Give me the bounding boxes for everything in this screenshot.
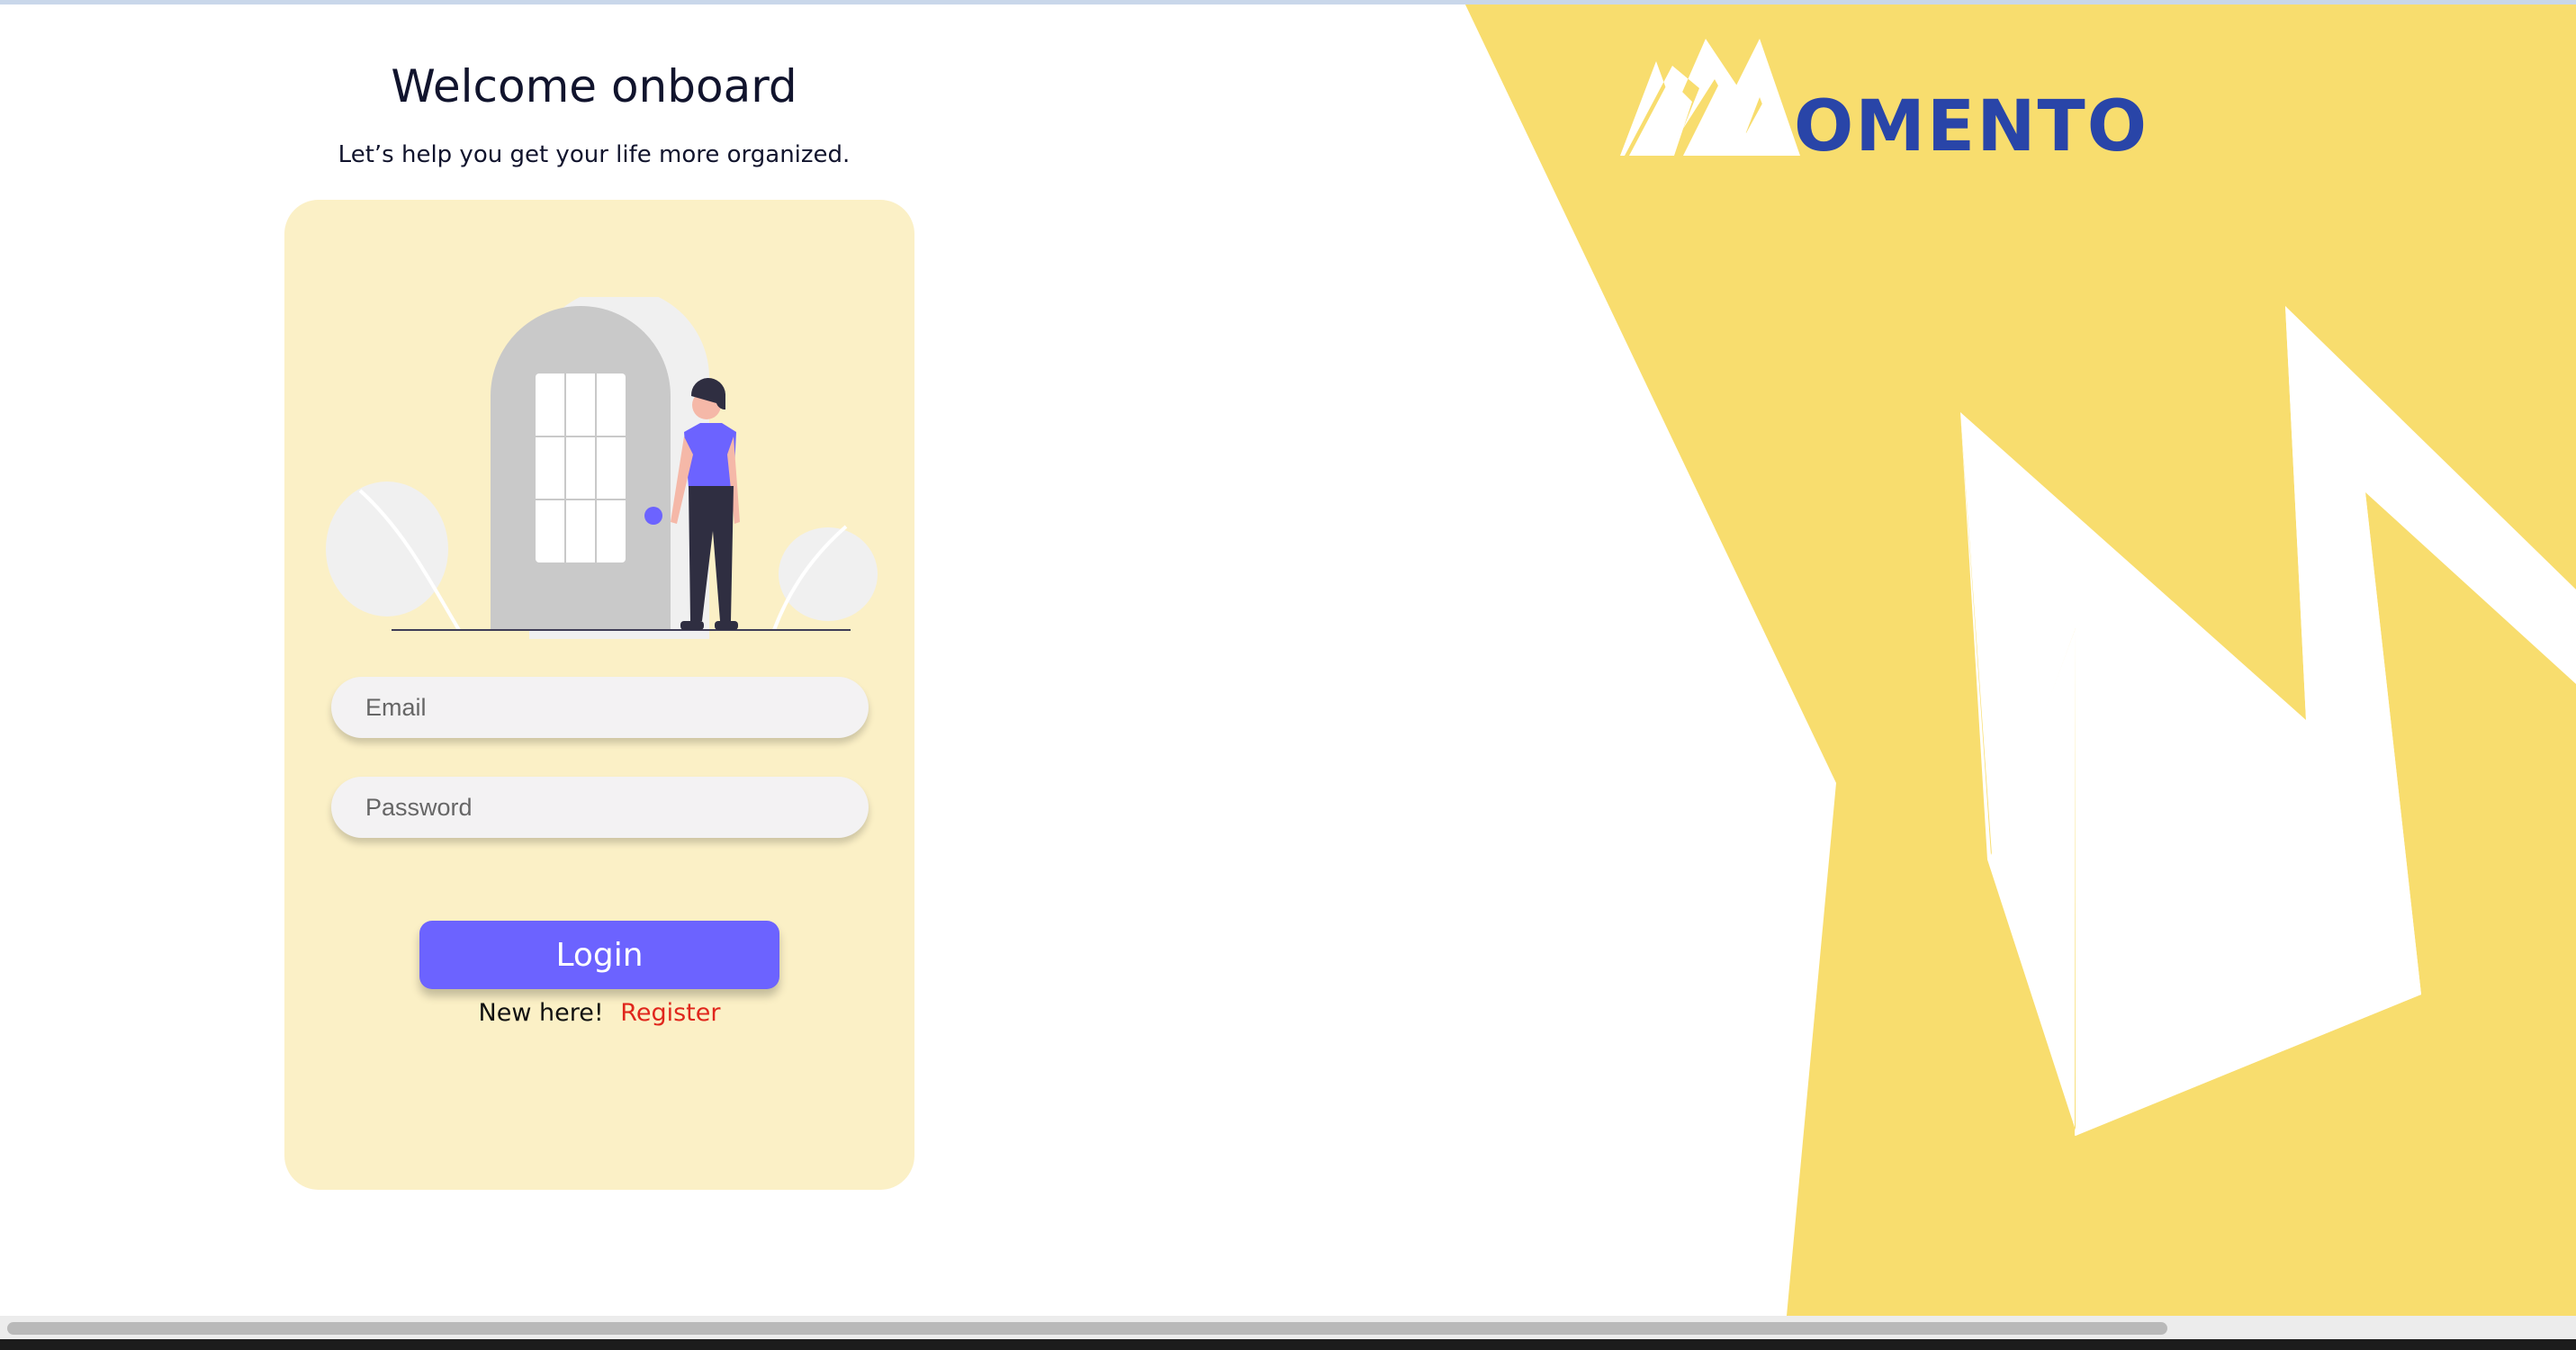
password-field[interactable] — [331, 777, 869, 838]
register-link[interactable]: Register — [620, 999, 720, 1027]
door-knob — [644, 507, 662, 525]
door-window — [536, 374, 626, 562]
new-here-text: New here! — [478, 999, 604, 1027]
login-button[interactable]: Login — [419, 921, 779, 989]
register-prompt: New here! Register — [284, 999, 914, 1028]
person-pants — [689, 486, 734, 621]
brand-logo-text: OMENTO — [1794, 86, 2149, 167]
login-page: OMENTO Welcome onboard Let’s help you ge… — [0, 0, 2576, 1350]
person-at-door-illustration-icon — [326, 297, 878, 639]
email-field[interactable] — [331, 677, 869, 738]
window-bottom-edge — [0, 1339, 2576, 1350]
page-title: Welcome onboard — [391, 60, 797, 112]
horizontal-scrollbar-thumb[interactable] — [7, 1322, 2167, 1335]
page-subtitle: Let’s help you get your life more organi… — [338, 141, 851, 168]
left-bush — [326, 482, 448, 616]
